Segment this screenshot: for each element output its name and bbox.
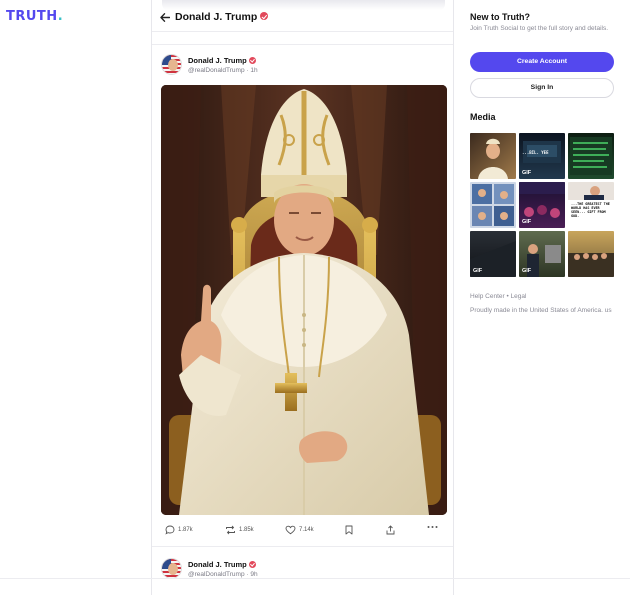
post-author-name: Donald J. Trump: [188, 56, 247, 65]
gif-badge: GIF: [522, 170, 532, 176]
more-icon: [427, 526, 438, 528]
divider: [152, 44, 453, 45]
page: TRUTH. Donald J. Trump Donald J. Trump @…: [0, 0, 630, 595]
avatar[interactable]: [161, 558, 182, 579]
retruth-icon: [226, 525, 235, 535]
gif-badge: GIF: [522, 219, 532, 225]
logo-text: TRUTH: [6, 9, 58, 24]
footer-made-in: Proudly made in the United States of Ame…: [470, 307, 612, 314]
logo-dot: .: [57, 9, 64, 24]
media-thumbnail[interactable]: GIF: [519, 231, 565, 277]
create-account-button[interactable]: Create Account: [470, 52, 614, 72]
verified-badge-icon: [260, 12, 269, 21]
header-shadow: [162, 0, 445, 10]
retruth-button[interactable]: 1.85k: [225, 525, 254, 535]
divider: [152, 546, 453, 547]
media-thumbnail[interactable]: [568, 231, 614, 277]
media-caption: ...BIL. YEE: [522, 150, 549, 155]
retruth-count: 1.85k: [239, 527, 254, 533]
media-caption: ...THE GREATEST THE WORLD HAS EVER SEEN.…: [571, 202, 610, 218]
avatar[interactable]: [161, 54, 182, 75]
media-thumbnail[interactable]: ...THE GREATEST THE WORLD HAS EVER SEEN.…: [568, 182, 614, 228]
post-actions: 1.87k 1.85k 7.14k: [165, 525, 450, 539]
footer-links[interactable]: Help Center • Legal: [470, 293, 526, 300]
verified-badge-icon: [248, 561, 256, 569]
signup-heading: New to Truth?: [470, 12, 530, 22]
media-thumbnail[interactable]: [568, 133, 614, 179]
like-count: 7.14k: [299, 527, 314, 533]
gif-badge: GIF: [522, 268, 532, 274]
divider: [0, 578, 630, 579]
post-handle[interactable]: @realDonaldTrump: [188, 67, 245, 74]
media-thumbnail[interactable]: [470, 182, 516, 228]
share-icon: [386, 525, 395, 535]
bookmark-button[interactable]: [345, 525, 353, 535]
media-thumbnail[interactable]: GIF: [519, 182, 565, 228]
heart-icon: [285, 525, 296, 535]
more-button[interactable]: [427, 525, 438, 529]
arrow-left-icon[interactable]: [160, 11, 171, 25]
post-author[interactable]: Donald J. Trump: [188, 560, 256, 569]
sign-in-button[interactable]: Sign In: [470, 78, 614, 98]
post-author-name: Donald J. Trump: [188, 560, 247, 569]
like-button[interactable]: 7.14k: [285, 525, 314, 535]
post-author[interactable]: Donald J. Trump: [188, 56, 256, 65]
media-thumbnail[interactable]: [470, 133, 516, 179]
post-handle[interactable]: @realDonaldTrump: [188, 571, 245, 578]
truth-logo[interactable]: TRUTH.: [6, 9, 63, 24]
reply-count: 1.87k: [178, 527, 193, 533]
signup-description: Join Truth Social to get the full story …: [470, 25, 609, 32]
post-time[interactable]: 1h: [250, 67, 257, 74]
bookmark-icon: [345, 525, 353, 535]
comment-icon: [165, 525, 175, 535]
post-header: Donald J. Trump @realDonaldTrump · 1h: [161, 54, 441, 78]
post-meta: @realDonaldTrump · 1h: [188, 67, 258, 74]
media-grid: ...BIL. YEE GIF GIF ...THE GREATEST THE …: [470, 133, 614, 277]
media-heading: Media: [470, 112, 496, 122]
feed-column: Donald J. Trump Donald J. Trump @realDon…: [151, 0, 454, 595]
page-title: Donald J. Trump: [175, 11, 269, 23]
gif-badge: GIF: [473, 268, 483, 274]
post-image[interactable]: [161, 85, 447, 515]
verified-badge-icon: [248, 57, 256, 65]
media-thumbnail[interactable]: GIF: [470, 231, 516, 277]
post-meta: @realDonaldTrump · 9h: [188, 571, 258, 578]
reply-button[interactable]: 1.87k: [165, 525, 193, 535]
share-button[interactable]: [386, 525, 395, 535]
media-thumbnail[interactable]: ...BIL. YEE GIF: [519, 133, 565, 179]
profile-header: Donald J. Trump: [152, 0, 453, 32]
post-time[interactable]: 9h: [250, 571, 257, 578]
page-title-text: Donald J. Trump: [175, 11, 258, 23]
